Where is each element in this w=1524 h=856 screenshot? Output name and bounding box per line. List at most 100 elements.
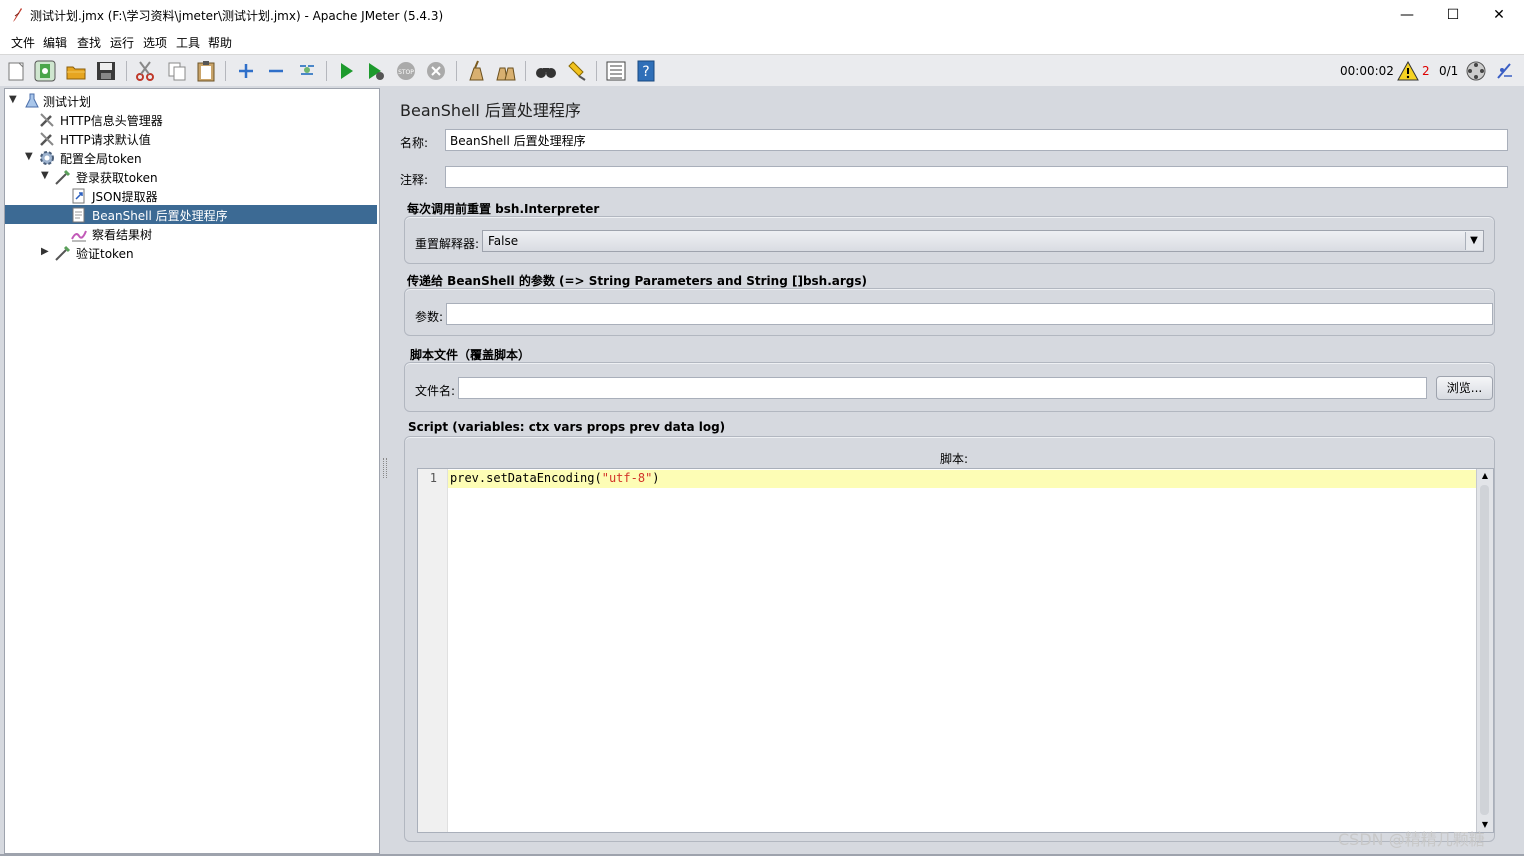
script-code[interactable]: prev.setDataEncoding("utf-8") (450, 471, 660, 485)
extractor-icon (72, 188, 85, 204)
maximize-button[interactable]: ☐ (1430, 0, 1476, 30)
name-label: 名称: (400, 136, 429, 150)
test-plan-tree: ▼ 测试计划 HTTP信息头管理器 HTTP请求默认值 ▼ 配置全局token … (4, 88, 380, 854)
file-name-field[interactable] (458, 377, 1427, 399)
reset-label: 重置解释器: (415, 237, 480, 251)
new-icon[interactable] (5, 60, 27, 82)
menu-options[interactable]: 选项 (143, 34, 167, 51)
help-icon[interactable]: ? (635, 60, 657, 82)
gear-icon (40, 151, 54, 165)
menu-tools[interactable]: 工具 (176, 34, 200, 51)
tree-label: JSON提取器 (92, 190, 158, 204)
comment-field[interactable] (445, 166, 1508, 188)
script-editor[interactable]: 1 prev.setDataEncoding("utf-8") ▲ ▼ (417, 468, 1494, 833)
scroll-up-icon[interactable]: ▲ (1477, 469, 1493, 483)
jmeter-feather-icon (13, 8, 22, 22)
log-viewer-icon[interactable] (1494, 60, 1516, 82)
svg-text:STOP: STOP (398, 69, 414, 76)
tree-node-beanshell-postprocessor[interactable]: BeanShell 后置处理程序 (5, 205, 377, 224)
expand-icon[interactable] (235, 60, 257, 82)
tree-node-config-global-token[interactable]: ▼ 配置全局token (5, 148, 377, 167)
menu-search[interactable]: 查找 (77, 34, 101, 51)
splitter-grip[interactable] (383, 458, 387, 478)
tree-label: 测试计划 (43, 95, 92, 109)
wrench-icon (40, 113, 54, 127)
tree-node-view-results-tree[interactable]: 察看结果树 (5, 224, 377, 243)
tree-collapsed-arrow-icon[interactable]: ▶ (41, 246, 49, 257)
tree-node-login-get-token[interactable]: ▼ 登录获取token (5, 167, 377, 186)
toggle-icon[interactable] (296, 60, 318, 82)
templates-icon[interactable] (34, 60, 56, 82)
reset-section-title: 每次调用前重置 bsh.Interpreter (407, 202, 600, 216)
svg-text:?: ? (642, 64, 649, 80)
running-indicator-icon (1466, 61, 1486, 81)
function-helper-icon[interactable] (605, 60, 627, 82)
collapse-icon[interactable] (265, 60, 287, 82)
beanshell-postprocessor-panel: BeanShell 后置处理程序 名称: 注释: 每次调用前重置 bsh.Int… (390, 86, 1520, 856)
cut-icon[interactable] (134, 60, 156, 82)
test-plan-icon (25, 93, 39, 108)
tree-label: HTTP信息头管理器 (60, 114, 163, 128)
paste-icon[interactable] (195, 60, 217, 82)
save-icon[interactable] (95, 60, 117, 82)
shutdown-icon[interactable] (425, 60, 447, 82)
wrench-icon (40, 132, 54, 146)
tree-node-test-plan[interactable]: ▼ 测试计划 (5, 91, 377, 110)
page-title: BeanShell 后置处理程序 (400, 101, 581, 120)
script-label: 脚本: (940, 452, 969, 466)
pipette-icon (55, 245, 71, 261)
copy-icon[interactable] (166, 60, 188, 82)
active-threads: 0/1 (1439, 64, 1459, 78)
main-area: ▼ 测试计划 HTTP信息头管理器 HTTP请求默认值 ▼ 配置全局token … (0, 86, 1524, 856)
params-section-title: 传递给 BeanShell 的参数 (=> String Parameters … (407, 274, 868, 288)
start-no-pause-icon[interactable] (365, 60, 387, 82)
pipette-icon (55, 169, 71, 185)
stop-icon[interactable]: STOP (395, 60, 417, 82)
editor-scrollbar[interactable]: ▲ ▼ (1476, 469, 1493, 832)
tree-node-http-header-manager[interactable]: HTTP信息头管理器 (5, 110, 377, 129)
start-icon[interactable] (335, 60, 357, 82)
title-bar: 测试计划.jmx (F:\学习资料\jmeter\测试计划.jmx) - Apa… (0, 0, 1524, 30)
clear-all-icon[interactable] (495, 60, 517, 82)
tree-expanded-arrow-icon[interactable]: ▼ (25, 151, 33, 162)
warning-icon[interactable] (1397, 60, 1419, 82)
watermark: CSDN @精精几颗糖 (1338, 830, 1485, 849)
elapsed-time: 00:00:02 (1340, 64, 1394, 78)
close-button[interactable]: ✕ (1476, 0, 1522, 30)
params-label: 参数: (415, 310, 444, 324)
scrollbar-track[interactable] (1480, 485, 1489, 815)
browse-button[interactable]: 浏览... (1436, 376, 1493, 400)
menu-run[interactable]: 运行 (110, 34, 134, 51)
tree-node-json-extractor[interactable]: JSON提取器 (5, 186, 377, 205)
comment-label: 注释: (400, 173, 429, 187)
tree-node-verify-token[interactable]: ▶ 验证token (5, 243, 377, 262)
file-label: 文件名: (415, 384, 456, 398)
menu-edit[interactable]: 编辑 (43, 34, 67, 51)
reset-interpreter-value: False (488, 234, 519, 248)
script-section-title: Script (variables: ctx vars props prev d… (408, 420, 726, 434)
tree-node-http-request-defaults[interactable]: HTTP请求默认值 (5, 129, 377, 148)
code-close: ) (652, 471, 660, 485)
tree-label: 配置全局token (60, 152, 142, 166)
code-call: prev.setDataEncoding( (450, 471, 602, 485)
tree-expanded-arrow-icon[interactable]: ▼ (9, 94, 17, 105)
menu-help[interactable]: 帮助 (208, 34, 232, 51)
line-number: 1 (429, 471, 437, 485)
dropdown-arrow-icon[interactable]: ▼ (1465, 232, 1482, 250)
reset-interpreter-select[interactable]: False ▼ (482, 230, 1484, 252)
tree-label: HTTP请求默认值 (60, 133, 151, 147)
tree-label: 察看结果树 (92, 228, 153, 242)
tree-expanded-arrow-icon[interactable]: ▼ (41, 170, 49, 181)
tree-label: BeanShell 后置处理程序 (92, 209, 228, 223)
clear-icon[interactable] (465, 60, 487, 82)
warning-count[interactable]: 2 (1422, 64, 1430, 78)
name-field[interactable] (445, 129, 1508, 151)
search-icon[interactable] (535, 60, 557, 82)
minimize-button[interactable]: — (1384, 0, 1430, 30)
params-field[interactable] (446, 303, 1493, 325)
file-section-title: 脚本文件（覆盖脚本） (410, 348, 531, 362)
open-icon[interactable] (65, 60, 87, 82)
reset-search-icon[interactable] (565, 60, 587, 82)
tree-label: 验证token (76, 247, 134, 261)
menu-file[interactable]: 文件 (11, 34, 35, 51)
